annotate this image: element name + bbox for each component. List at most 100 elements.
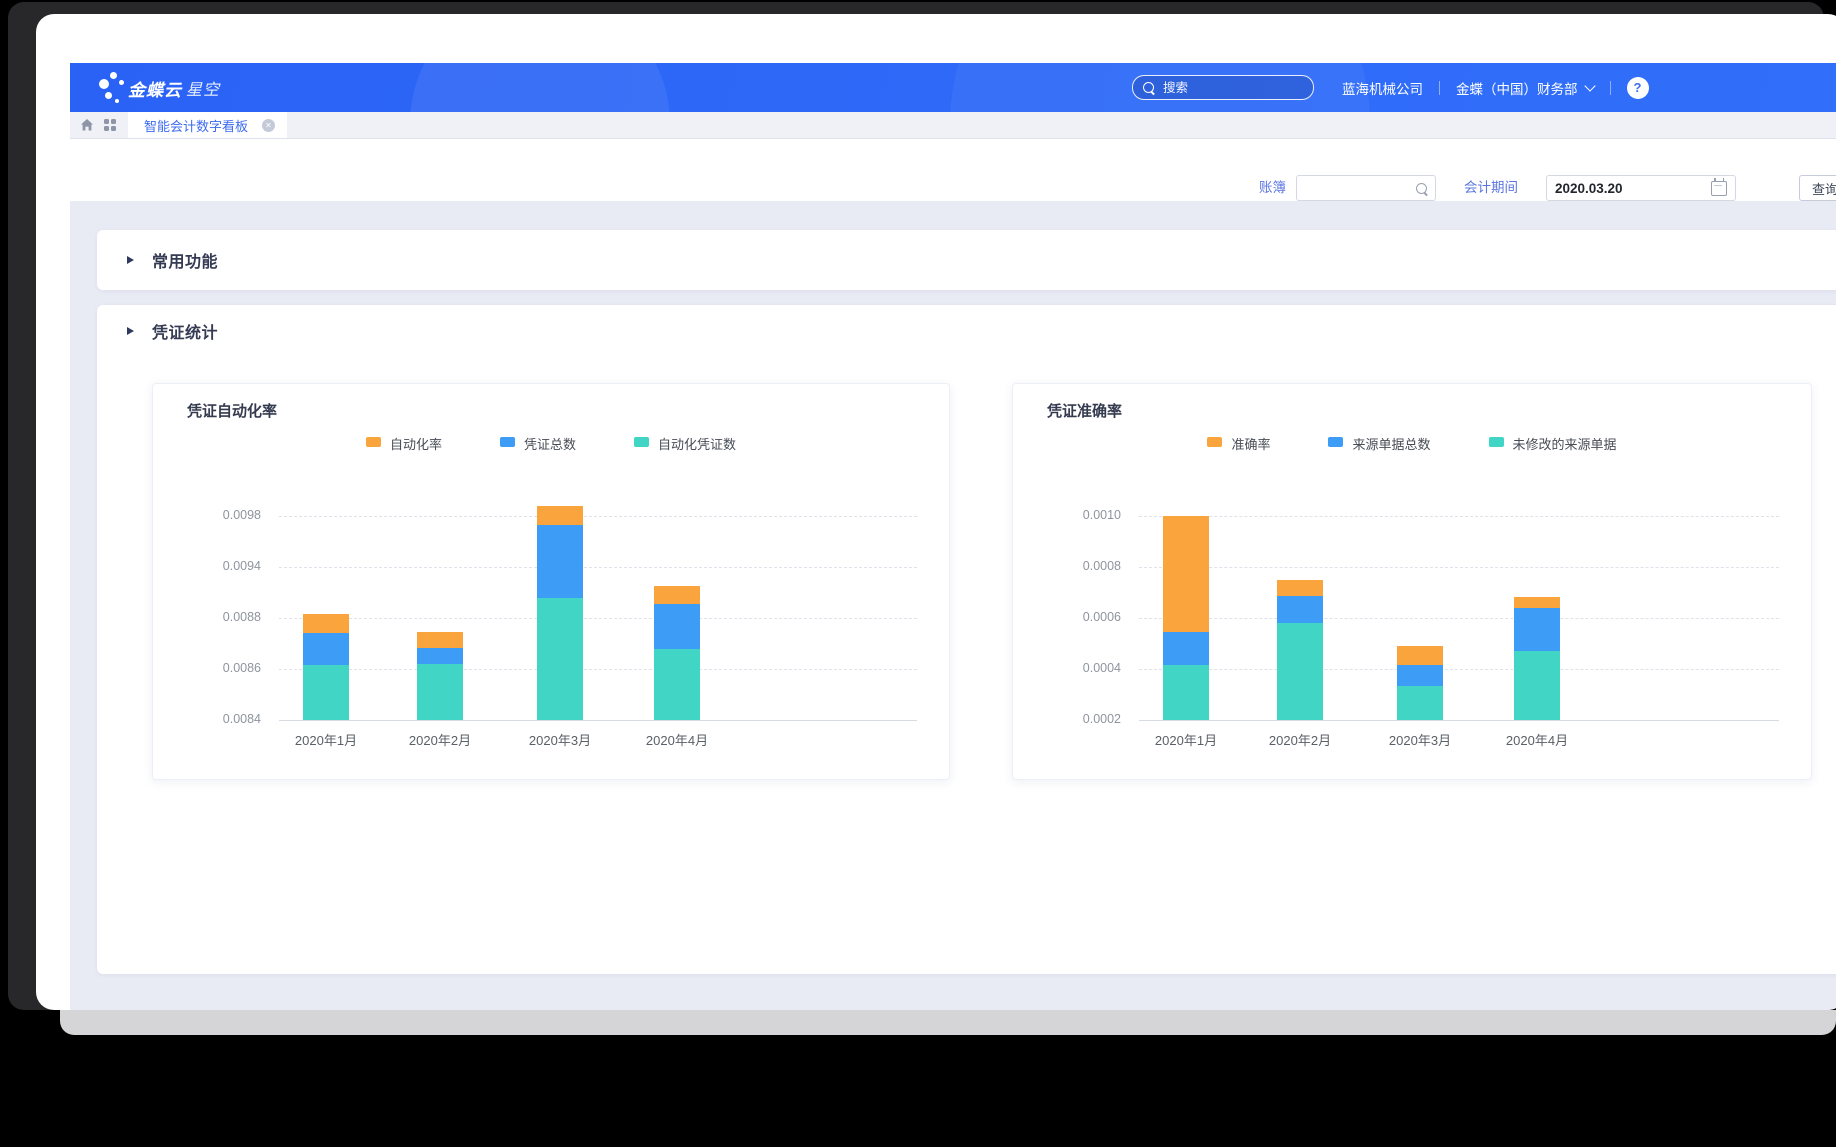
bar-segment[interactable] <box>1397 686 1443 720</box>
bar-segment[interactable] <box>303 665 349 720</box>
chevron-down-icon <box>1584 80 1595 91</box>
tab-close-icon[interactable]: ✕ <box>262 119 275 132</box>
period-field[interactable] <box>1546 175 1736 201</box>
gridline <box>1139 669 1779 670</box>
book-field[interactable] <box>1296 175 1436 201</box>
search-icon <box>1143 82 1154 93</box>
kingdee-logo: 金蝶云 星空 <box>98 70 220 106</box>
bar-segment[interactable] <box>1277 596 1323 623</box>
bar-segment[interactable] <box>537 598 583 720</box>
bar-segment[interactable] <box>1163 665 1209 720</box>
bar-segment[interactable] <box>1277 623 1323 720</box>
home-icon[interactable] <box>80 118 94 132</box>
bar-segment[interactable] <box>303 614 349 633</box>
bar-segment[interactable] <box>1397 665 1443 686</box>
gridline <box>279 618 917 619</box>
header-divider <box>1610 81 1611 95</box>
gridline <box>279 567 917 568</box>
y-axis-tick-label: 0.0086 <box>197 661 261 675</box>
bar-segment[interactable] <box>1397 646 1443 665</box>
x-axis-label: 2020年4月 <box>622 730 732 749</box>
department-menu[interactable]: 金蝶（中国）财务部 <box>1456 78 1594 98</box>
global-search-input[interactable] <box>1161 80 1303 96</box>
bar-segment[interactable] <box>417 632 463 648</box>
y-axis-tick-label: 0.0008 <box>1057 559 1121 573</box>
chart-card-automation-rate: 凭证自动化率 自动化率凭证总数自动化凭证数 0.00980.00940.0088… <box>152 383 950 780</box>
y-axis-tick-label: 0.0088 <box>197 610 261 624</box>
bar-segment[interactable] <box>537 506 583 525</box>
logo-text-bold: 金蝶云 <box>128 76 182 101</box>
logo-dots-icon <box>98 70 128 106</box>
gridline <box>1139 567 1779 568</box>
x-axis-label: 2020年2月 <box>385 730 495 749</box>
bar-segment[interactable] <box>654 604 700 649</box>
x-axis-label: 2020年1月 <box>271 730 381 749</box>
bar-segment[interactable] <box>303 633 349 665</box>
gridline <box>279 669 917 670</box>
tab-active[interactable]: 智能会计数字看板 ✕ <box>128 112 287 138</box>
collapse-triangle-icon <box>127 256 134 264</box>
bar-segment[interactable] <box>654 586 700 604</box>
chart-plot-area: 0.00100.00080.00060.00040.00022020年1月202… <box>1013 384 1811 779</box>
department-label: 金蝶（中国）财务部 <box>1456 78 1578 98</box>
y-axis-tick-label: 0.0094 <box>197 559 261 573</box>
collapse-triangle-icon <box>127 327 134 335</box>
period-input[interactable] <box>1547 181 1711 196</box>
company-name: 蓝海机械公司 <box>1342 78 1423 98</box>
gridline <box>279 516 917 517</box>
window-pedestal <box>60 1010 1836 1035</box>
y-axis-tick-label: 0.0084 <box>197 712 261 726</box>
apps-grid-icon[interactable] <box>104 119 117 132</box>
y-axis-tick-label: 0.0010 <box>1057 508 1121 522</box>
bar-segment[interactable] <box>1514 608 1560 651</box>
chart-plot-area: 0.00980.00940.00880.00860.00842020年1月202… <box>153 384 949 779</box>
y-axis-tick-label: 0.0004 <box>1057 661 1121 675</box>
filter-bar: 账簿 会计期间 查询 <box>70 139 1836 201</box>
y-axis-tick-label: 0.0006 <box>1057 610 1121 624</box>
y-axis-tick-label: 0.0098 <box>197 508 261 522</box>
bar-segment[interactable] <box>1163 632 1209 665</box>
x-axis-label: 2020年3月 <box>505 730 615 749</box>
header-divider <box>1439 81 1440 95</box>
bar-segment[interactable] <box>1163 516 1209 632</box>
query-button[interactable]: 查询 <box>1799 175 1836 201</box>
x-axis-label: 2020年4月 <box>1482 730 1592 749</box>
x-axis-label: 2020年3月 <box>1365 730 1475 749</box>
bar-segment[interactable] <box>417 648 463 664</box>
bar-segment[interactable] <box>654 649 700 720</box>
x-axis-label: 2020年2月 <box>1245 730 1355 749</box>
x-axis-line <box>1139 720 1779 721</box>
tab-label: 智能会计数字看板 <box>144 116 248 135</box>
section-voucher-statistics: 凭证统计 凭证自动化率 自动化率凭证总数自动化凭证数 0.00980.00940… <box>97 305 1836 974</box>
tabs-bar: 智能会计数字看板 ✕ <box>70 112 1836 139</box>
bar-segment[interactable] <box>1514 597 1560 608</box>
section-header[interactable]: 常用功能 <box>97 230 1836 290</box>
section-header[interactable]: 凭证统计 <box>97 305 1836 357</box>
desktop-background: 金蝶云 星空 蓝海机械公司 金蝶（中国）财务部 ? <box>0 0 1836 1147</box>
x-axis-label: 2020年1月 <box>1131 730 1241 749</box>
app-header: 金蝶云 星空 蓝海机械公司 金蝶（中国）财务部 ? <box>70 63 1836 112</box>
global-search[interactable] <box>1132 75 1314 100</box>
app-window: 金蝶云 星空 蓝海机械公司 金蝶（中国）财务部 ? <box>36 14 1836 1010</box>
calendar-icon[interactable] <box>1711 181 1727 196</box>
section-title: 常用功能 <box>152 248 218 272</box>
x-axis-line <box>279 720 917 721</box>
gridline <box>1139 618 1779 619</box>
period-label: 会计期间 <box>1464 175 1518 201</box>
gridline <box>1139 516 1779 517</box>
section-common-functions: 常用功能 <box>97 230 1836 290</box>
chart-card-accuracy-rate: 凭证准确率 准确率来源单据总数未修改的来源单据 0.00100.00080.00… <box>1012 383 1812 780</box>
y-axis-tick-label: 0.0002 <box>1057 712 1121 726</box>
book-label: 账簿 <box>1259 175 1286 201</box>
bar-segment[interactable] <box>417 664 463 720</box>
bar-segment[interactable] <box>537 525 583 598</box>
dashboard-content: 常用功能 凭证统计 凭证自动化率 自动化率凭证总数自动化凭证数 0.00980.… <box>70 201 1836 1010</box>
bar-segment[interactable] <box>1514 651 1560 720</box>
logo-text-light: 星空 <box>186 76 220 100</box>
book-search-icon[interactable] <box>1416 183 1427 194</box>
bar-segment[interactable] <box>1277 580 1323 596</box>
header-right-group: 蓝海机械公司 金蝶（中国）财务部 ? <box>1132 63 1649 112</box>
section-title: 凭证统计 <box>152 319 218 343</box>
help-button[interactable]: ? <box>1627 77 1649 99</box>
book-input[interactable] <box>1297 181 1416 196</box>
